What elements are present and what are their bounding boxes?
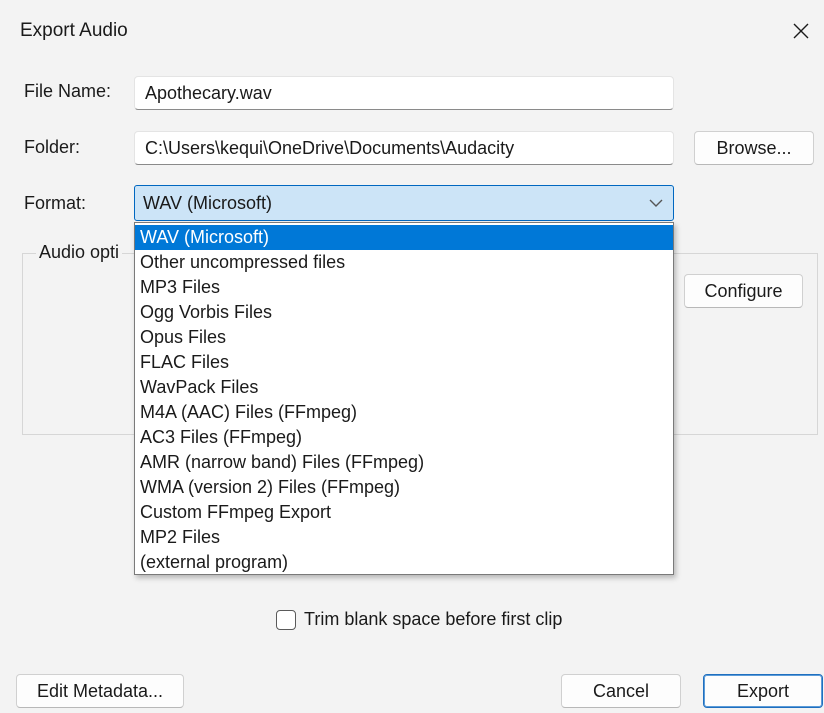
format-dropdown-list: WAV (Microsoft) Other uncompressed files M… (134, 222, 674, 575)
edit-metadata-button[interactable]: Edit Metadata... (16, 674, 184, 708)
trim-checkbox[interactable] (276, 609, 296, 630)
format-option[interactable]: WMA (version 2) Files (FFmpeg) (135, 475, 673, 500)
format-option[interactable]: Other uncompressed files (135, 250, 673, 275)
trim-blank-space-option[interactable]: Trim blank space before first clip (276, 609, 562, 630)
format-option[interactable]: Custom FFmpeg Export (135, 500, 673, 525)
file-name-label: File Name: (24, 81, 112, 101)
close-icon (793, 23, 809, 39)
format-option[interactable]: M4A (AAC) Files (FFmpeg) (135, 400, 673, 425)
format-option[interactable]: AC3 Files (FFmpeg) (135, 425, 673, 450)
browse-button[interactable]: Browse... (694, 131, 814, 165)
cancel-button[interactable]: Cancel (561, 674, 681, 708)
folder-label: Folder: (24, 137, 81, 157)
close-button[interactable] (778, 8, 824, 54)
dialog-title: Export Audio (20, 20, 128, 41)
format-option[interactable]: WAV (Microsoft) (135, 225, 673, 250)
file-name-field[interactable]: Apothecary.wav (134, 76, 674, 110)
format-option[interactable]: (external program) (135, 550, 673, 575)
export-audio-dialog: Export Audio File Name: Apothecary.wav F… (0, 0, 824, 713)
title-bar: Export Audio (0, 0, 824, 62)
folder-field[interactable]: C:\Users\kequi\OneDrive\Documents\Audaci… (134, 131, 674, 165)
export-button[interactable]: Export (703, 674, 823, 708)
format-label: Format: (24, 193, 87, 213)
format-option[interactable]: Ogg Vorbis Files (135, 300, 673, 325)
format-option[interactable]: MP2 Files (135, 525, 673, 550)
audio-options-legend: Audio opti (36, 242, 123, 263)
configure-button[interactable]: Configure (684, 274, 803, 308)
format-option[interactable]: WavPack Files (135, 375, 673, 400)
format-option[interactable]: Opus Files (135, 325, 673, 350)
format-option[interactable]: MP3 Files (135, 275, 673, 300)
format-select[interactable]: WAV (Microsoft) (134, 185, 674, 221)
trim-checkbox-label: Trim blank space before first clip (304, 609, 563, 629)
format-option[interactable]: AMR (narrow band) Files (FFmpeg) (135, 450, 673, 475)
chevron-down-icon (649, 199, 663, 207)
format-option[interactable]: FLAC Files (135, 350, 673, 375)
format-selected-value: WAV (Microsoft) (143, 193, 272, 213)
